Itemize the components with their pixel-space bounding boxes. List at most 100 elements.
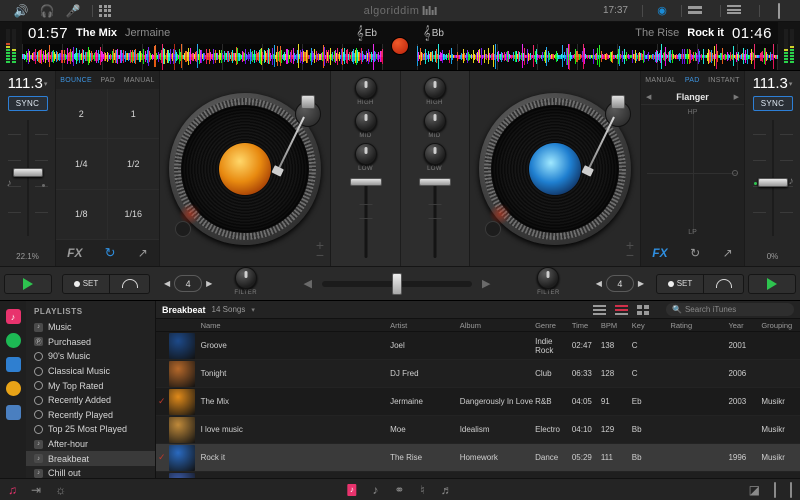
fx-selector[interactable]: ◀ Flanger ▶ [641,89,744,105]
col-key[interactable]: Key [632,321,671,330]
spotify-source-icon[interactable] [6,333,21,348]
deck-right-play-button[interactable] [748,274,796,294]
pad-tab-pad[interactable]: PAD [100,77,115,84]
deck-right-set-button[interactable]: SET [656,274,704,294]
filter-knob-left[interactable] [235,267,257,289]
record-button[interactable] [383,22,417,70]
grid-view-icon[interactable] [637,305,649,315]
col-year[interactable]: Year [728,321,761,330]
fader-knob-left[interactable] [350,178,382,186]
deck-left-wave-body[interactable] [22,44,383,70]
pad-button[interactable]: 1 [108,89,160,139]
sidebar-item-recently-added[interactable]: Recently Added [26,393,155,408]
pad-button[interactable]: 2 [56,89,108,139]
crossfade-left-icon[interactable]: ◀ [304,277,312,290]
pad-button[interactable]: 1/8 [56,190,108,240]
album-icon[interactable]: ♮ [420,483,424,497]
deck-left-set-button[interactable]: SET [62,274,110,294]
deck-right-wave-body[interactable] [417,44,778,70]
col-album[interactable]: Album [460,321,535,330]
pad-tab-bounce[interactable]: BOUNCE [60,77,92,84]
list-view-icon[interactable] [727,5,753,16]
deck-left-bpm[interactable]: 111.3▾ [8,75,48,92]
pad-button[interactable]: 1/16 [108,190,160,240]
table-row[interactable]: I love musicMoeIdealismElectro04:10129Bb… [156,416,800,444]
record-settings-icon[interactable]: ◉ [649,4,675,17]
finder-source-icon[interactable] [6,405,21,420]
table-row[interactable]: The FlowFourtastica400% DynamiteReggae04… [156,472,800,478]
platter-right[interactable] [479,93,631,245]
list-icon[interactable] [774,483,776,497]
col-genre[interactable]: Genre [535,321,572,330]
display-icon[interactable] [766,4,792,18]
sidebar-item-classical-music[interactable]: Classical Music [26,364,155,379]
loop-icon-right[interactable]: ↻ [690,246,700,260]
search-input[interactable]: 🔍 Search iTunes [666,303,794,316]
sidebar-item-90-s-music[interactable]: 90's Music [26,349,155,364]
col-grouping[interactable]: Grouping [761,321,800,330]
album-view-icon[interactable] [615,305,628,315]
eq-low-knob-left[interactable] [355,143,377,165]
shuffle-icon[interactable]: ◪ [749,483,760,497]
deck-left-cue-button[interactable] [110,274,150,294]
crossfade-right-icon[interactable]: ▶ [482,277,490,290]
sidebar-item-recently-played[interactable]: Recently Played [26,408,155,423]
platter-left[interactable] [169,93,321,245]
crossfader-knob[interactable] [392,273,402,295]
sidebar-item-music[interactable]: ♪Music [26,320,155,335]
sidebar-item-purchased[interactable]: ⓅPurchased [26,335,155,350]
table-row[interactable]: GrooveJoelIndie Rock02:47138C2001 [156,332,800,360]
note-icon[interactable]: ♪ [372,483,378,497]
deck-left-loop-value[interactable]: 4 [174,275,202,292]
zoom-controls-right[interactable]: +− [626,240,634,260]
sidebar-item-chill-out[interactable]: ♪Chill out [26,466,155,478]
col-name[interactable]: Name [197,321,390,330]
deck-right-loop-value[interactable]: 4 [606,275,634,292]
fx-prev-icon[interactable]: ◀ [646,93,651,101]
recent-source-icon[interactable] [6,381,21,396]
deck-left-pitch-fader[interactable]: ♪ [5,116,51,252]
zoom-controls-left[interactable]: +− [316,240,324,260]
sidebar-item-breakbeat[interactable]: ♪Breakbeat [26,451,155,466]
sidebar-icon[interactable]: ⇥ [31,483,41,497]
music-source-icon[interactable]: ♪ [6,309,21,324]
video-source-icon[interactable] [6,357,21,372]
filter-knob-right[interactable] [537,267,559,289]
col-bpm[interactable]: BPM [601,321,632,330]
fx-tab-pad[interactable]: PAD [685,77,700,84]
deck-right-sync-button[interactable]: SYNC [753,96,793,111]
cue-button-right[interactable] [485,221,501,237]
crossfader-track[interactable] [322,281,472,287]
header-dropdown-icon[interactable]: ▾ [251,306,255,314]
deck-left-sync-button[interactable]: SYNC [8,96,48,111]
cue-button-left[interactable] [175,221,191,237]
loop-prev-icon-right[interactable]: ◀ [596,279,602,288]
minimize-icon[interactable] [790,483,792,497]
loop-prev-icon-left[interactable]: ◀ [164,279,170,288]
eq-mid-knob-right[interactable] [424,110,446,132]
cue-icon-left[interactable]: ↗ [138,246,148,260]
pitch-knob-right[interactable] [758,178,788,187]
xy-handle[interactable] [732,170,738,176]
eq-high-knob-left[interactable] [355,77,377,99]
sidebar-item-after-hour[interactable]: ♪After-hour [26,437,155,452]
table-row[interactable]: ✓The MixJermaineDangerously In LoveR&B04… [156,388,800,416]
fx-xy-pad[interactable]: HP LP [641,105,744,240]
list-view-icon-lib[interactable] [593,305,606,315]
deck-right-waveform[interactable]: 𝄞 Bb The Rise Rock it 01:46 [417,22,778,70]
brightness-icon[interactable]: ☼ [55,483,66,497]
fx-tab-manual[interactable]: MANUAL [645,77,676,84]
fx-tab-instant[interactable]: INSTANT [708,77,740,84]
deck-right-pitch-fader[interactable]: ♪ [750,116,796,252]
itunes-icon[interactable]: ♫ [8,483,17,497]
artist-icon[interactable]: ⚭ [394,483,404,497]
loop-next-icon-left[interactable]: ▶ [206,279,212,288]
sidebar-item-top-25-most-played[interactable]: Top 25 Most Played [26,422,155,437]
cue-icon-right[interactable]: ↗ [723,246,733,260]
sidebar-item-my-top-rated[interactable]: My Top Rated [26,378,155,393]
genre-icon[interactable]: ♬ [441,483,453,497]
eq-mid-knob-left[interactable] [355,110,377,132]
loop-icon-left[interactable]: ↻ [105,245,116,261]
col-time[interactable]: Time [572,321,601,330]
col-artist[interactable]: Artist [390,321,460,330]
